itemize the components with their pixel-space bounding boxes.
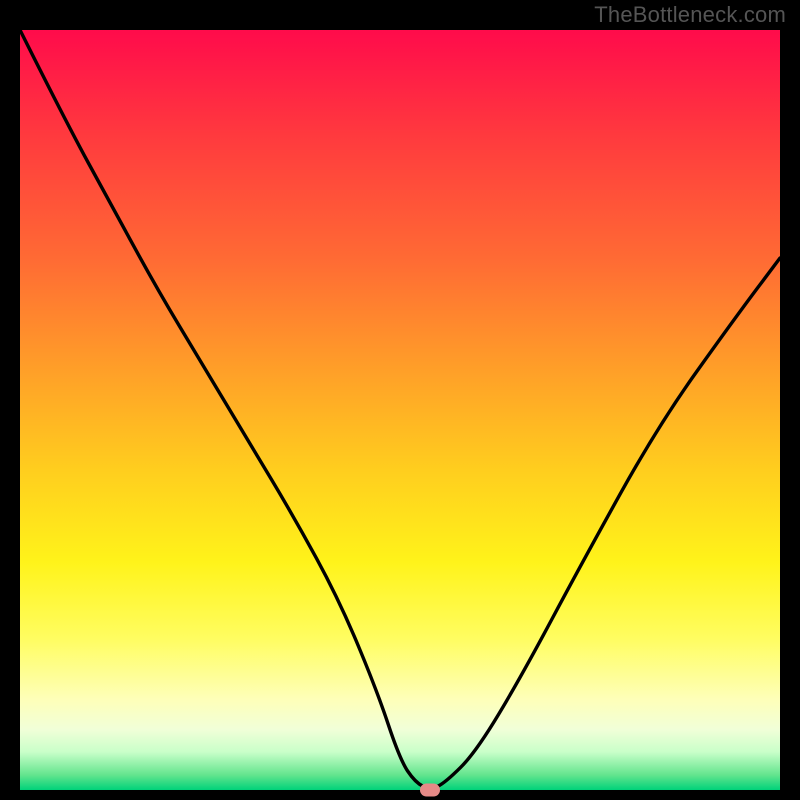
optimal-point-marker: [420, 784, 440, 797]
watermark-text: TheBottleneck.com: [594, 2, 786, 28]
chart-frame: TheBottleneck.com: [0, 0, 800, 800]
plot-area: [20, 30, 780, 790]
bottleneck-curve: [20, 30, 780, 788]
curve-svg: [20, 30, 780, 790]
